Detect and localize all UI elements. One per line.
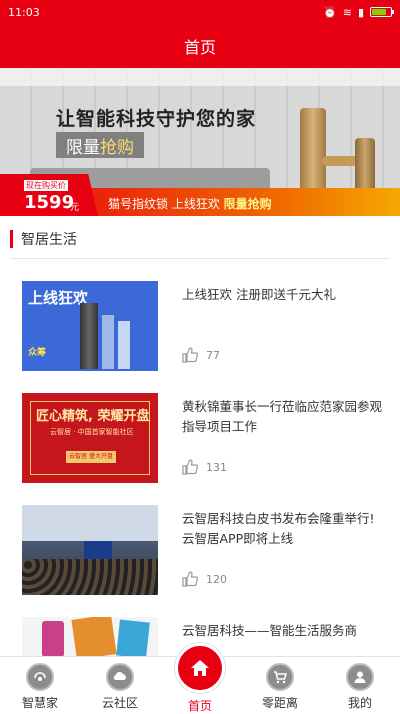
banner-headline: 让智能科技守护您的家 [56, 108, 257, 130]
sale-highlight: 限量抢购 [223, 197, 272, 211]
news-title: 云智居科技白皮书发布会隆重举行!云智居APP即将上线 [182, 511, 375, 546]
thumb-badge: 众筹 [28, 348, 47, 358]
news-thumbnail: 匠心精筑, 荣耀开盘 云智居 · 中国首家智能社区 云智居 盛大开盘 [22, 393, 158, 483]
promo-gray-text: 限量 [66, 137, 100, 158]
news-title: 上线狂欢 注册即送千元大礼 [182, 287, 336, 302]
thumbs-up-icon [182, 571, 198, 587]
price-value: 1599 [24, 192, 75, 213]
status-time: 11:03 [8, 5, 40, 19]
status-icons: ⏰ ≋ ▮ [323, 5, 394, 19]
like-count-value: 120 [206, 572, 227, 586]
tab-zero-distance[interactable]: 零距离 [240, 657, 320, 714]
header-bar: 首页 [0, 24, 400, 68]
tab-label: 智慧家 [21, 696, 58, 710]
tab-label: 首页 [187, 699, 212, 713]
news-thumbnail: 上线狂欢 众筹 [22, 281, 158, 371]
like-count[interactable]: 77 [182, 347, 220, 363]
page-title: 首页 [183, 38, 216, 57]
news-item[interactable]: 云智居科技白皮书发布会隆重举行!云智居APP即将上线 120 [0, 505, 400, 617]
section-header: 智居生活 [10, 228, 77, 250]
bottom-tab-bar: 智慧家 云社区 首页 零距离 我的 [0, 643, 400, 714]
section-title: 智居生活 [21, 232, 77, 248]
thumb-text: 上线狂欢 [28, 289, 89, 307]
smart-home-icon [26, 663, 54, 691]
cloud-community-icon [106, 663, 134, 691]
signal-icon: ▮ [357, 5, 364, 19]
cart-icon [266, 663, 294, 691]
tab-smart-home[interactable]: 智慧家 [0, 657, 80, 714]
price-unit: 元 [70, 203, 80, 213]
news-thumbnail [22, 617, 158, 656]
thumb-text: 匠心精筑, 荣耀开盘 [36, 409, 150, 424]
sale-text: 猫号指纹锁 上线狂欢 [108, 197, 224, 211]
price-box: 现在购买价 1599 元 [0, 174, 98, 216]
like-count[interactable]: 120 [182, 571, 227, 587]
thumbs-up-icon [182, 459, 198, 475]
price-hint: 现在购买价 [24, 180, 68, 191]
status-bar: 11:03 ⏰ ≋ ▮ [0, 0, 400, 24]
tab-label: 零距离 [261, 696, 298, 710]
promo-highlight-text: 抢购 [100, 137, 134, 158]
tab-label: 我的 [347, 696, 372, 710]
tab-label: 云社区 [101, 696, 138, 710]
section-divider [10, 258, 390, 259]
home-icon [175, 643, 225, 693]
tab-home[interactable]: 首页 [160, 643, 240, 714]
tab-mine[interactable]: 我的 [320, 657, 400, 714]
thumbs-up-icon [182, 347, 198, 363]
battery-icon [370, 7, 394, 17]
news-item[interactable]: 匠心精筑, 荣耀开盘 云智居 · 中国首家智能社区 云智居 盛大开盘 黄秋锦董事… [0, 393, 400, 505]
news-title: 黄秋锦董事长一行莅临应范家园参观指导项目工作 [182, 399, 383, 434]
banner-promo-tag: 限量 抢购 [56, 132, 144, 158]
section-accent-bar [10, 230, 13, 248]
news-thumbnail [22, 505, 158, 595]
like-count-value: 77 [206, 348, 220, 362]
alarm-icon: ⏰ [323, 5, 337, 19]
news-item[interactable]: 上线狂欢 众筹 上线狂欢 注册即送千元大礼 77 [0, 281, 400, 393]
promo-banner[interactable]: 让智能科技守护您的家 限量 抢购 现在购买价 1599 元 猫号指纹锁 上线狂欢 … [0, 68, 400, 216]
wifi-icon: ≋ [342, 5, 352, 19]
tab-cloud-community[interactable]: 云社区 [80, 657, 160, 714]
like-count[interactable]: 131 [182, 459, 227, 475]
thumb-button-text: 云智居 盛大开盘 [66, 451, 116, 463]
news-section: 智居生活 上线狂欢 众筹 上线狂欢 注册即送千元大礼 77 匠心精筑, 荣耀开盘… [0, 216, 400, 656]
user-icon [346, 663, 374, 691]
like-count-value: 131 [206, 460, 227, 474]
news-title: 云智居科技——智能生活服务商 [182, 623, 358, 638]
thumb-subtext: 云智居 · 中国首家智能社区 [50, 428, 134, 436]
banner-sale-text: 猫号指纹锁 上线狂欢 限量抢购 [108, 195, 272, 212]
